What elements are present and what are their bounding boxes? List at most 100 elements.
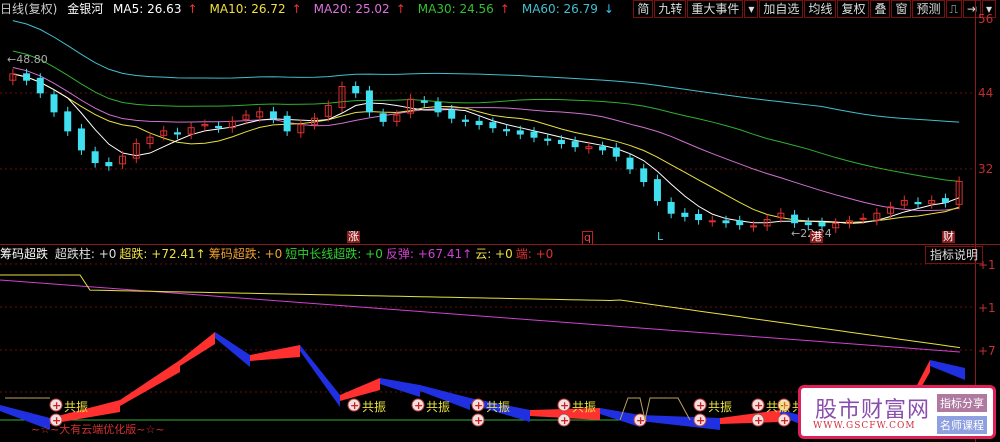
candle-body: [571, 141, 579, 148]
plus-icon: +: [696, 399, 705, 412]
indicator-name: 筹码超跌: [0, 247, 49, 261]
plus-icon: +: [754, 399, 763, 412]
candle-body: [64, 111, 72, 132]
plus-icon: +: [780, 414, 789, 427]
candle-body: [722, 220, 730, 224]
candle-body: [818, 222, 826, 227]
ma5-line: [12, 73, 960, 224]
candle-body: [859, 217, 867, 220]
indicator-header: 筹码超跌 超跌柱: +0 超跌: +72.41↑ 筹码超跌: +0 短中长线超跌: +…: [0, 246, 559, 262]
candle-body: [804, 222, 812, 226]
candle-body: [914, 201, 922, 205]
indicator-footer: ~☆~大有云端优化版~☆~: [31, 423, 165, 436]
indicator-axis-label: +1: [978, 258, 996, 272]
resonance-label: 共振: [572, 400, 597, 414]
plus-icon: +: [560, 414, 569, 427]
ma10-line: [12, 73, 960, 223]
candle-body: [77, 128, 85, 151]
candle-body: [557, 139, 565, 145]
candle-body: [23, 73, 31, 81]
indicator-value: 反弹: +67.41↑: [385, 247, 473, 261]
candle-body: [379, 113, 387, 122]
candle-body: [105, 162, 113, 167]
ad-share-button[interactable]: 指标分享: [937, 394, 987, 412]
candle-body: [420, 100, 428, 103]
indicator-value: 短中长线超跌: +0: [285, 247, 383, 261]
candle-body: [489, 122, 497, 129]
candle-body: [516, 130, 524, 135]
indicator-axis-label: +7: [978, 344, 996, 358]
ribbon-segment: [640, 415, 720, 430]
ma20-line: [12, 67, 960, 212]
candle-body: [708, 220, 716, 223]
indicator-value: 超跌柱: +0: [54, 247, 117, 261]
candle-body: [791, 214, 799, 224]
indicator-value: 筹码超跌: +0: [208, 247, 283, 261]
candle-body: [736, 220, 744, 226]
candle-body: [503, 129, 511, 132]
indicator-value: 端: +0: [515, 247, 554, 261]
ribbon-segment: [300, 345, 340, 407]
candle-body: [599, 146, 607, 151]
ad-course-button[interactable]: 名师课程: [937, 416, 987, 434]
candle-body: [283, 115, 291, 132]
high-price-label: ←48.80: [7, 53, 48, 66]
candle-body: [530, 131, 538, 138]
ad-title: 股市财富网: [815, 398, 931, 423]
candle-body: [50, 94, 58, 113]
plus-icon: +: [474, 414, 483, 427]
resonance-label: 共振: [708, 400, 733, 414]
candle-body: [941, 198, 949, 203]
resonance-label: 共振: [362, 400, 387, 414]
resonance-label: 共振: [486, 400, 511, 414]
candle-body: [91, 151, 99, 164]
ribbon-segment: [930, 360, 965, 380]
ribbon-segment: [120, 360, 180, 406]
event-mark[interactable]: 涨: [347, 231, 360, 243]
ad-banner[interactable]: 股市财富网 WWW.GSCFW.COM 指标分享 名师课程: [798, 385, 996, 439]
ribbon-segment: [250, 345, 300, 361]
plus-icon: +: [350, 399, 359, 412]
candle-body: [434, 101, 442, 113]
indicator-value: 超跌: +72.41↑: [119, 247, 206, 261]
ma30-line: [12, 50, 960, 182]
candle-body: [667, 201, 675, 214]
plus-icon: +: [754, 414, 763, 427]
candle-body: [640, 168, 648, 183]
candle-body: [269, 111, 277, 119]
candle-body: [173, 132, 181, 135]
ad-url: WWW.GSCFW.COM: [813, 421, 916, 431]
indicator-help-button[interactable]: 指标说明: [925, 246, 984, 264]
ma60-line: [12, 20, 960, 123]
ribbon-segment: [180, 332, 215, 366]
plus-icon: +: [52, 399, 61, 412]
ribbon-segment: [380, 378, 420, 397]
candle-body: [653, 179, 661, 202]
candle-body: [695, 213, 703, 221]
candle-body: [681, 212, 689, 217]
event-mark[interactable]: 港: [810, 231, 823, 243]
kline-chart[interactable]: +++ + ++++ +++++++: [0, 0, 1000, 442]
panel-divider: [0, 244, 1000, 245]
resonance-label: 共振: [64, 400, 89, 414]
event-mark[interactable]: 财: [942, 231, 955, 243]
candle-body: [215, 125, 223, 129]
indicator-axis-label: +1: [978, 301, 996, 315]
candle-body: [749, 225, 757, 228]
oversold-line: [0, 274, 961, 349]
resonance-label: 共振: [766, 400, 791, 414]
event-mark[interactable]: q: [582, 231, 593, 245]
event-mark[interactable]: L: [656, 231, 664, 243]
plus-icon: +: [560, 399, 569, 412]
candle-body: [475, 120, 483, 126]
candle-body: [36, 77, 44, 94]
plus-icon: +: [414, 399, 423, 412]
candle-body: [544, 138, 552, 141]
plus-icon: +: [474, 399, 483, 412]
candle-body: [448, 109, 456, 119]
candle-body: [612, 147, 620, 157]
candle-body: [461, 119, 469, 122]
indicator-value: 云: +0: [475, 247, 513, 261]
candle-body: [626, 157, 634, 170]
candle-body: [352, 86, 360, 94]
